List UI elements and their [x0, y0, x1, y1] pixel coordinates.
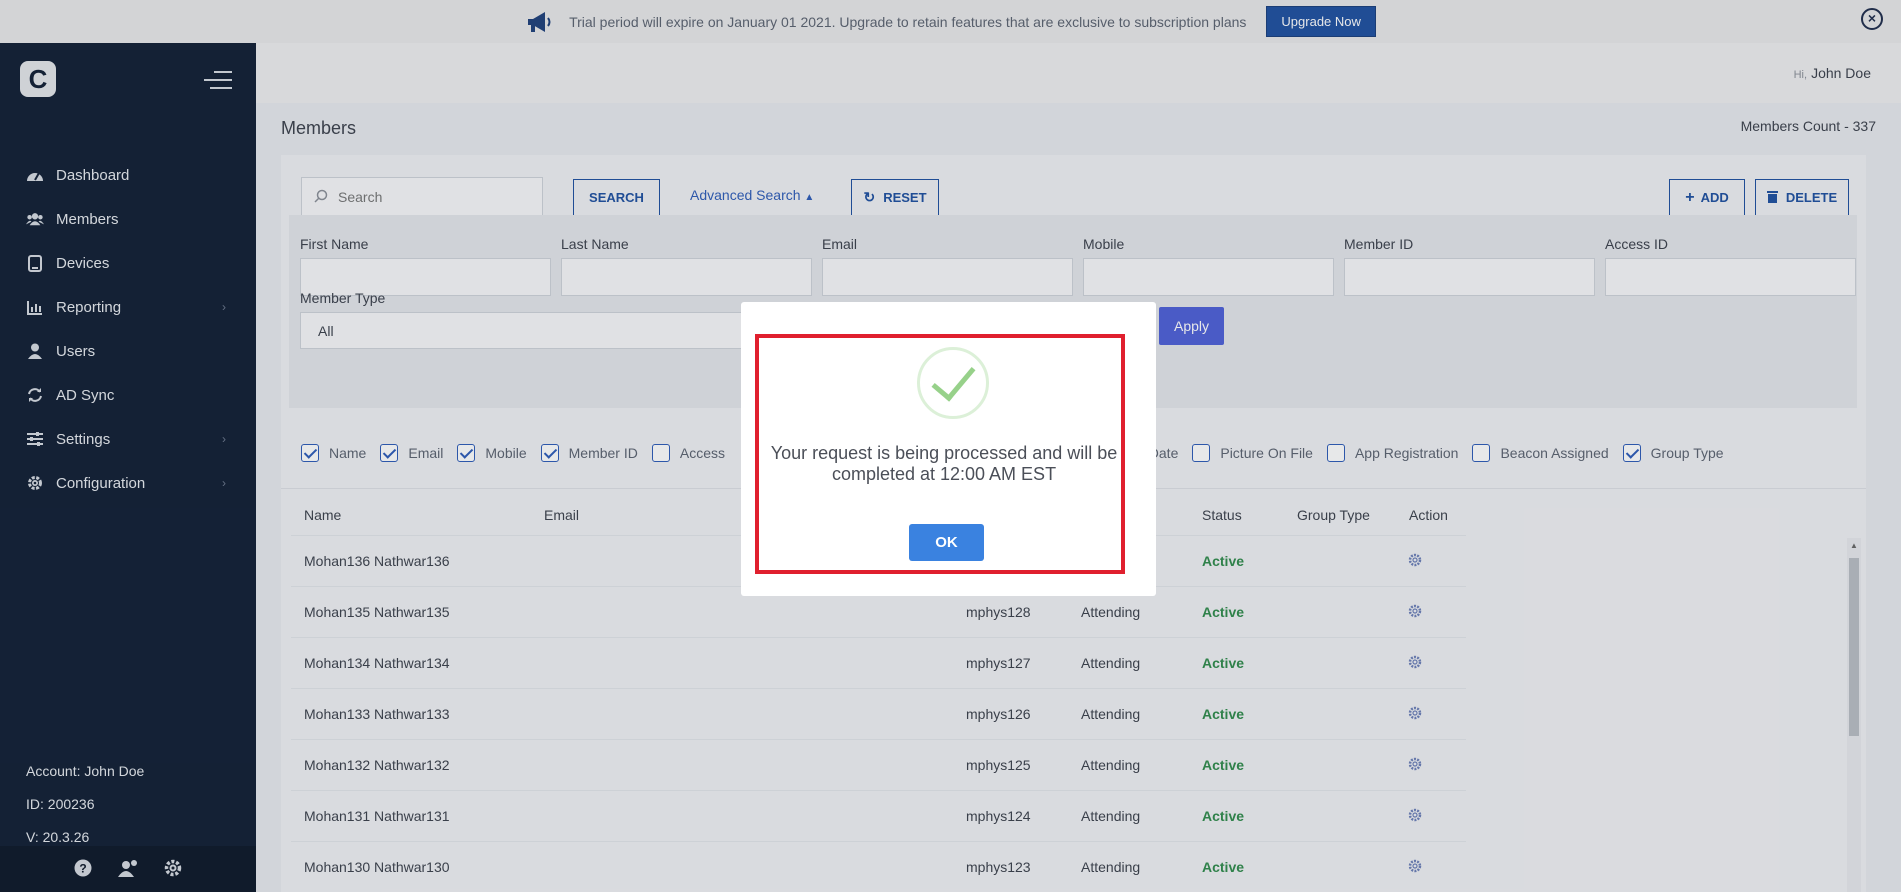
- ok-button[interactable]: OK: [909, 524, 984, 561]
- highlighted-dialog-content: Your request is being processed and will…: [755, 334, 1125, 574]
- success-check-icon: [917, 347, 989, 419]
- processing-dialog: Your request is being processed and will…: [741, 302, 1156, 596]
- dialog-message: Your request is being processed and will…: [770, 443, 1118, 484]
